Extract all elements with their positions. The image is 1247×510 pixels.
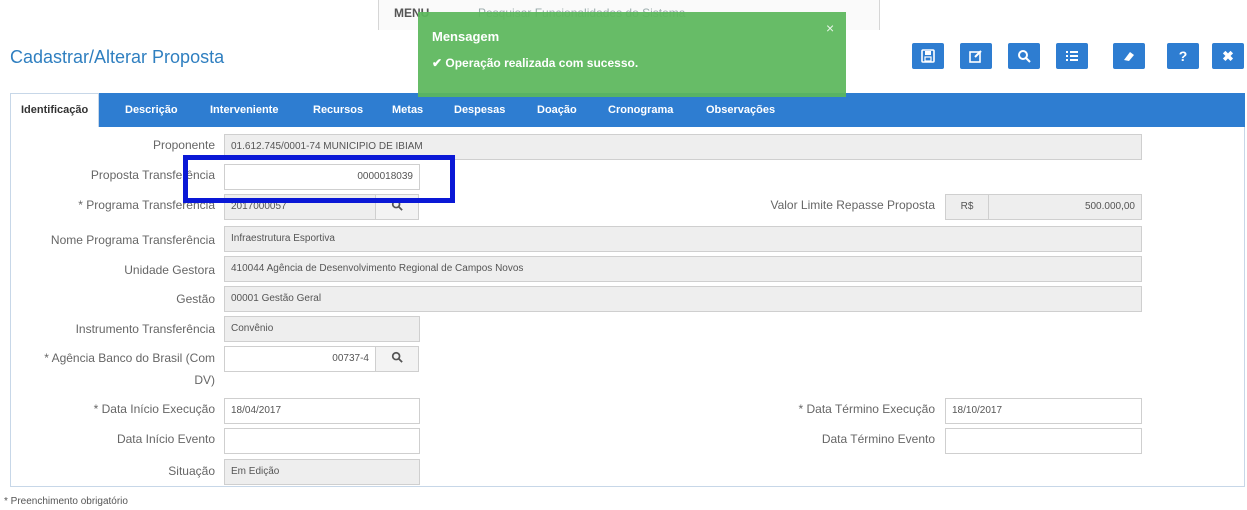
tab-metas[interactable]: Metas [392,93,423,127]
search-icon [391,350,403,368]
valor-limite-field: 500.000,00 [988,194,1142,220]
data-termino-execucao-label: * Data Término Execução [798,402,935,416]
data-inicio-execucao-field[interactable]: 18/04/2017 [224,398,420,424]
search-button[interactable] [1008,43,1040,69]
nome-programa-field: Infraestrutura Esportiva [224,226,1142,252]
proponente-label: Proponente [152,138,215,152]
success-toast: Mensagem ✔ Operação realizada com sucess… [418,12,846,97]
close-button[interactable]: ✖ [1212,43,1244,69]
save-button[interactable] [912,43,944,69]
gestao-label: Gestão [176,292,215,306]
help-icon: ? [1178,48,1188,64]
list-icon [1065,49,1079,63]
highlight-box [183,155,455,203]
tab-descricao[interactable]: Descrição [125,93,178,127]
data-termino-evento-field[interactable] [945,428,1142,454]
situacao-field: Em Edição [224,459,420,485]
tab-doacao[interactable]: Doação [537,93,577,127]
valor-limite-label: Valor Limite Repasse Proposta [770,198,935,212]
gestao-field: 00001 Gestão Geral [224,286,1142,312]
tab-recursos[interactable]: Recursos [313,93,363,127]
page-title: Cadastrar/Alterar Proposta [10,47,225,67]
tab-observacoes[interactable]: Observações [706,93,775,127]
agencia-field[interactable]: 00737-4 [224,346,376,372]
agencia-search-button[interactable] [375,346,419,372]
data-inicio-evento-label: Data Início Evento [116,432,215,446]
unidade-gestora-field: 410044 Agência de Desenvolvimento Region… [224,256,1142,282]
tab-despesas[interactable]: Despesas [454,93,505,127]
nome-programa-label: Nome Programa Transferência [50,233,215,247]
save-icon [921,49,935,63]
help-button[interactable]: ? [1167,43,1199,69]
tab-cronograma[interactable]: Cronograma [608,93,673,127]
edit-icon [969,49,983,63]
instrumento-label: Instrumento Transferência [75,322,215,336]
data-inicio-evento-field[interactable] [224,428,420,454]
situacao-label: Situação [168,464,215,478]
tab-interveniente[interactable]: Interveniente [210,93,278,127]
toast-title: Mensagem [432,29,500,44]
list-button[interactable] [1056,43,1088,69]
search-icon [1017,49,1031,63]
agencia-label-dv: DV) [194,373,215,387]
toast-close-icon[interactable]: × [826,20,834,36]
currency-addon: R$ [945,194,989,220]
toast-message: ✔ Operação realizada com sucesso. [432,56,639,70]
tab-identificacao[interactable]: Identificação [10,93,100,127]
edit-button[interactable] [960,43,992,69]
required-fields-note: * Preenchimento obrigatório [4,496,128,507]
agencia-label: * Agência Banco do Brasil (Com [44,351,215,365]
clear-button[interactable] [1113,43,1145,69]
eraser-icon [1122,49,1136,63]
instrumento-field: Convênio [224,316,420,342]
unidade-gestora-label: Unidade Gestora [124,263,215,277]
close-icon: ✖ [1222,47,1234,64]
data-termino-execucao-field[interactable]: 18/10/2017 [945,398,1142,424]
data-termino-evento-label: Data Término Evento [821,432,935,446]
data-inicio-execucao-label: * Data Início Execução [93,402,215,416]
